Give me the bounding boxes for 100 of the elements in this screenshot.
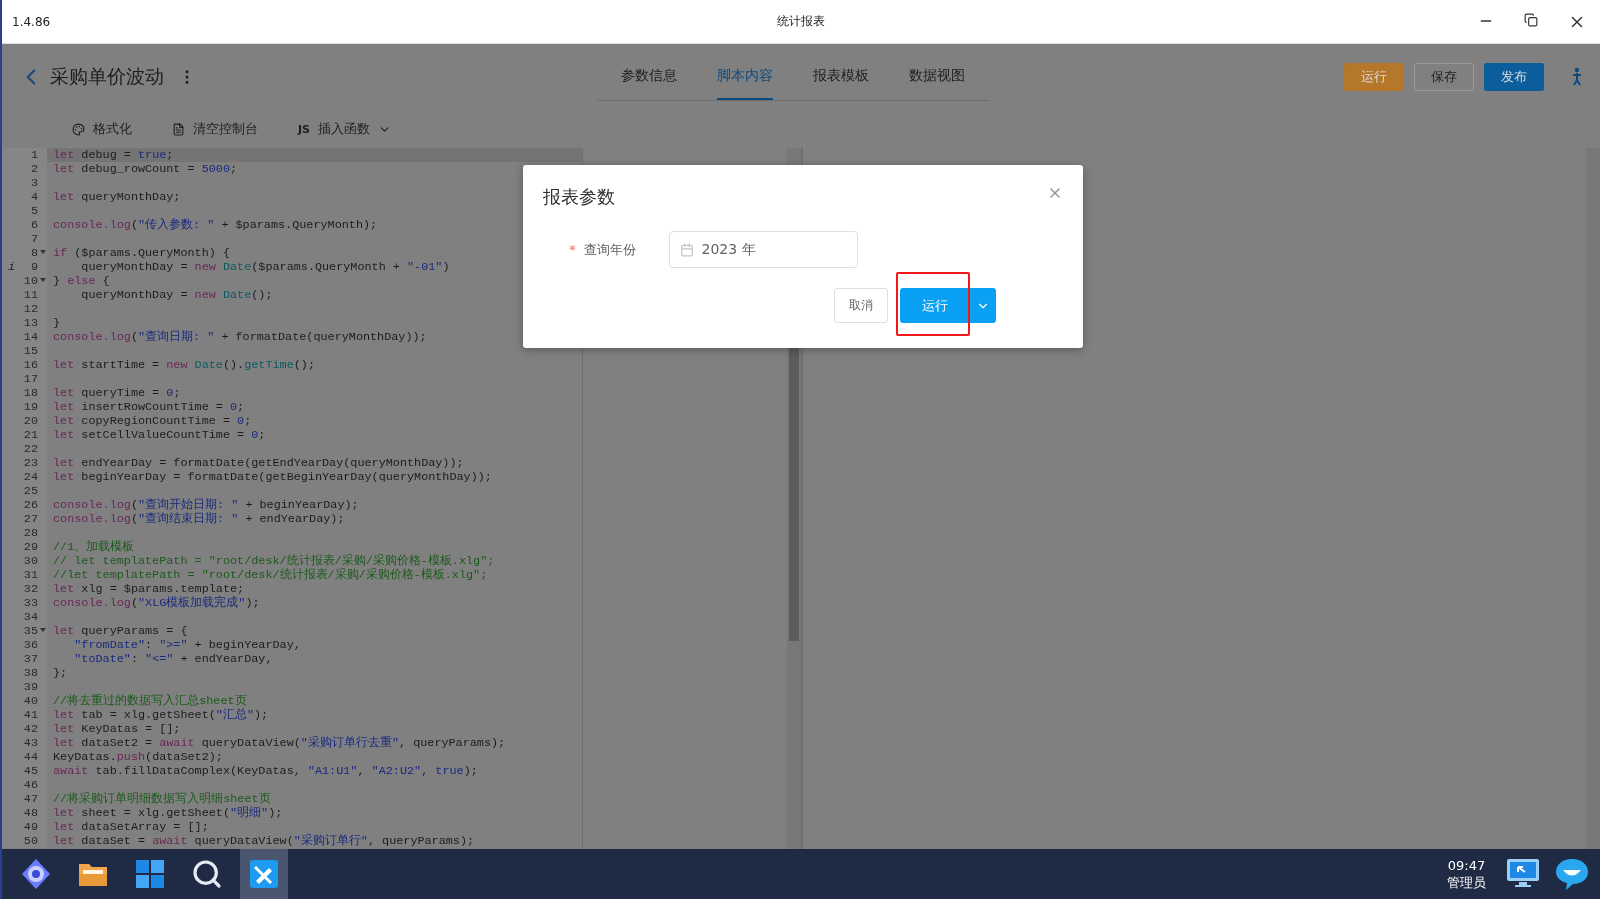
code-line: let KeyDatas = [];	[52, 722, 181, 736]
publish-button[interactable]: 发布	[1484, 63, 1544, 91]
code-line: console.log("查询开始日期: " + beginYearDay);	[52, 498, 359, 512]
line-number: 17	[22, 372, 38, 386]
code-line: let queryTime = 0;	[52, 386, 181, 400]
monitor-icon[interactable]	[1506, 857, 1540, 889]
scrollbar[interactable]	[1586, 148, 1600, 849]
code-line: let tab = xlg.getSheet("汇总");	[52, 708, 269, 722]
line-number: 30	[22, 554, 38, 568]
code-line: let startTime = new Date().getTime();	[52, 358, 315, 372]
taskbar-app[interactable]	[240, 849, 288, 899]
code-line: let dataSet2 = await queryDataView("采购订单行去重", queryParams);	[52, 736, 506, 750]
tab[interactable]: 参数信息	[621, 53, 677, 100]
line-number: 14	[22, 330, 38, 344]
run-button[interactable]: 运行	[900, 288, 970, 323]
fold-icon[interactable]	[40, 628, 46, 633]
line-number: 22	[22, 442, 38, 456]
tab[interactable]: 报表模板	[813, 53, 869, 100]
line-number: 16	[22, 358, 38, 372]
toolbar-button[interactable]: 清空控制台	[193, 120, 258, 138]
js-label: JS	[298, 122, 310, 136]
line-number: 8	[29, 246, 38, 260]
line-number: 3	[29, 176, 38, 190]
line-number: 35	[22, 624, 38, 638]
code-line: let xlg = $params.template;	[52, 582, 245, 596]
line-number: 34	[22, 610, 38, 624]
line-number: 40	[22, 694, 38, 708]
search-icon	[191, 858, 223, 890]
line-number: 5	[29, 204, 38, 218]
code-line: KeyDatas.push(dataSet2);	[52, 750, 223, 764]
code-line: let debug_rowCount = 5000;	[52, 162, 238, 176]
code-line: let queryMonthDay;	[52, 190, 181, 204]
dialog-title: 报表参数	[543, 185, 615, 209]
code-line: //将去重过的数据写入汇总sheet页	[52, 694, 247, 708]
line-number: 38	[22, 666, 38, 680]
code-line: //1、加载模板	[52, 540, 135, 554]
code-line: let beginYearDay = formatDate(getBeginYearDay(queryMonthDay));	[52, 470, 492, 484]
code-line: console.log("查询结束日期: " + endYearDay);	[52, 512, 345, 526]
code-line: let setCellValueCountTime = 0;	[52, 428, 266, 442]
year-picker-field[interactable]: 2023 年	[668, 231, 858, 268]
line-number: 12	[22, 302, 38, 316]
line-number: 24	[22, 470, 38, 484]
run-button[interactable]: 运行	[1344, 63, 1404, 91]
line-number: 39	[22, 680, 38, 694]
required-mark: *	[569, 242, 576, 257]
line-number: 46	[22, 778, 38, 792]
toolbar-button[interactable]: 格式化	[93, 120, 132, 138]
document-icon	[172, 122, 185, 136]
line-number: 7	[29, 232, 38, 246]
line-number: 20	[22, 414, 38, 428]
code-line: queryMonthDay = new Date();	[80, 288, 273, 302]
line-number: 19	[22, 400, 38, 414]
line-number: 37	[22, 652, 38, 666]
line-number: 15	[22, 344, 38, 358]
line-number: 18	[22, 386, 38, 400]
cancel-button[interactable]: 取消	[834, 288, 888, 323]
line-number: 50	[22, 834, 38, 848]
code-line: console.log("XLG模板加载完成");	[52, 596, 260, 610]
code-line: let debug = true;	[52, 148, 174, 162]
line-number: 28	[22, 526, 38, 540]
chat-bubble-icon[interactable]	[1554, 857, 1590, 891]
windows-icon	[135, 859, 165, 889]
line-number: 25	[22, 484, 38, 498]
user-name: 管理员	[1447, 874, 1486, 891]
line-number: 9	[29, 260, 38, 274]
tab[interactable]: 数据视图	[909, 53, 965, 100]
line-number: 43	[22, 736, 38, 750]
line-number: 27	[22, 512, 38, 526]
line-number: 33	[22, 596, 38, 610]
code-line: "toDate": "<=" + endYearDay,	[73, 652, 273, 666]
fold-icon[interactable]	[40, 250, 46, 255]
code-line: let dataSetArray = [];	[52, 820, 209, 834]
palette-icon	[72, 122, 85, 136]
code-line: } else {	[52, 274, 110, 288]
code-line: //将采购订单明细数据写入明细sheet页	[52, 792, 271, 806]
code-line: let endYearDay = formatDate(getEndYearDay(queryMonthDay));	[52, 456, 464, 470]
toolbar-button[interactable]: 插入函数	[318, 120, 370, 138]
line-number: 11	[22, 288, 38, 302]
save-button[interactable]: 保存	[1414, 63, 1474, 91]
code-line: let sheet = xlg.getSheet("明细");	[52, 806, 283, 820]
line-number: 49	[22, 820, 38, 834]
line-number: 42	[22, 722, 38, 736]
line-number: 26	[22, 498, 38, 512]
line-number: 47	[22, 792, 38, 806]
code-line: let copyRegionCountTime = 0;	[52, 414, 252, 428]
line-number: 32	[22, 582, 38, 596]
fold-icon[interactable]	[40, 278, 46, 283]
line-number: 31	[22, 568, 38, 582]
code-line: let insertRowCountTime = 0;	[52, 400, 245, 414]
line-number: 44	[22, 750, 38, 764]
line-number: 4	[29, 190, 38, 204]
code-line: };	[52, 666, 68, 680]
code-line: "fromDate": ">=" + beginYearDay,	[73, 638, 301, 652]
code-line: let dataSet = await queryDataView("采购订单行", queryParams);	[52, 834, 475, 848]
field-label: 查询年份	[583, 240, 637, 259]
tab[interactable]: 脚本内容	[717, 53, 773, 100]
restore-icon[interactable]	[1524, 12, 1538, 27]
code-line: // let templatePath = "root/desk/统计报表/采购/采购价格-模板.xlg";	[52, 554, 495, 568]
line-number: 48	[22, 806, 38, 820]
code-line: console.log("查询日期: " + formatDate(queryMonthDay));	[52, 330, 427, 344]
